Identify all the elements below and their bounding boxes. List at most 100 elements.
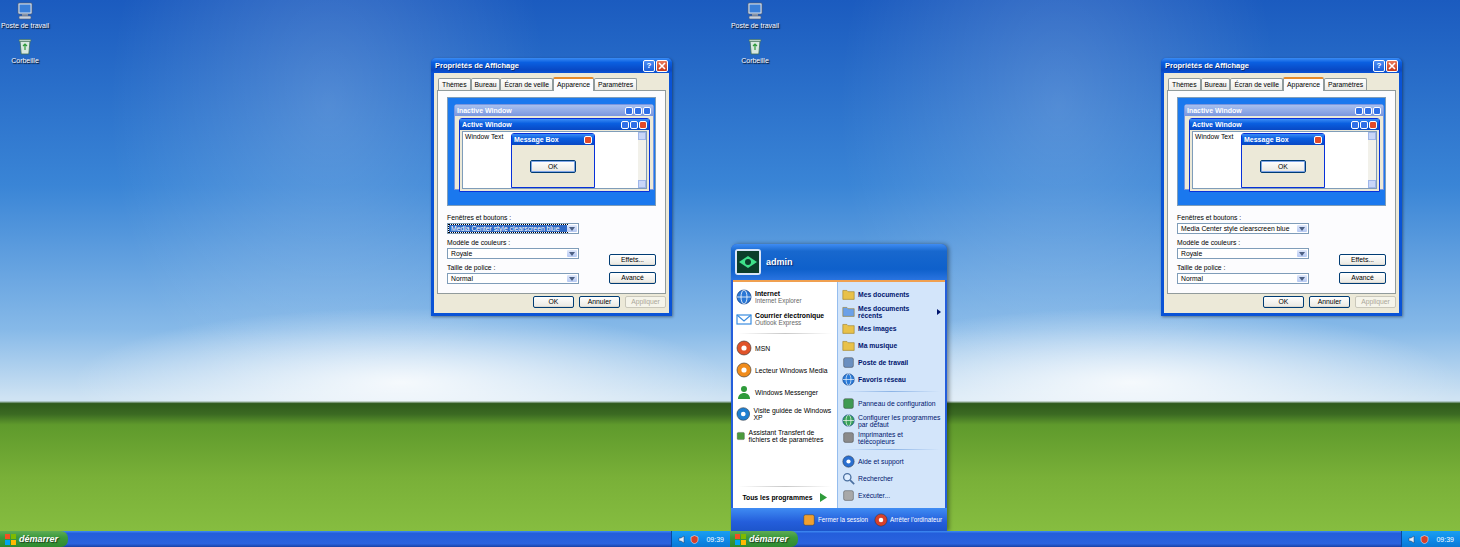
- computer-icon: [16, 2, 34, 20]
- place-item[interactable]: Rechercher: [838, 470, 945, 487]
- help-icon: [842, 455, 855, 468]
- tab[interactable]: Thèmes: [438, 78, 471, 90]
- recent-program[interactable]: MSN: [733, 337, 837, 359]
- session-button[interactable]: Arrêter l'ordinateur: [874, 513, 942, 527]
- mail-icon: [736, 311, 752, 327]
- pinned-program[interactable]: InternetInternet Explorer: [733, 286, 837, 308]
- dropdown[interactable]: Media Center style clearscreen blue: [447, 223, 579, 234]
- recent-program[interactable]: Windows Messenger: [733, 381, 837, 403]
- session-button[interactable]: Fermer la session: [802, 513, 868, 527]
- place-item[interactable]: Configurer les programmes par défaut: [838, 412, 945, 429]
- dropdown[interactable]: Royale: [1177, 248, 1309, 259]
- option-button[interactable]: Avancé: [1339, 272, 1386, 284]
- scrollbar: [1368, 132, 1376, 188]
- place-item[interactable]: Ma musique: [838, 337, 945, 354]
- place-item[interactable]: Aide et support: [838, 453, 945, 470]
- option-button[interactable]: Effets...: [609, 254, 656, 266]
- security-shield-icon[interactable]: [1420, 535, 1429, 544]
- desktop: Poste de travail Corbeille Propriétés de A…: [0, 0, 730, 531]
- setting-field: Taille de police :Normal: [1177, 264, 1309, 284]
- desktop: Poste de travail Corbeille Propriétés de A…: [730, 0, 1460, 531]
- place-item[interactable]: Panneau de configuration: [838, 395, 945, 412]
- computer-icon: [746, 2, 764, 20]
- place-item[interactable]: Poste de travail: [838, 354, 945, 371]
- dropdown[interactable]: Normal: [1177, 273, 1309, 284]
- tab[interactable]: Bureau: [1201, 78, 1231, 90]
- place-item[interactable]: Mes images: [838, 320, 945, 337]
- close-button[interactable]: [656, 60, 668, 72]
- tab[interactable]: Paramètres: [1324, 78, 1367, 90]
- dual-screen: Poste de travail Corbeille Propriétés de A…: [0, 0, 1460, 547]
- security-shield-icon[interactable]: [690, 535, 699, 544]
- dialog-button[interactable]: OK: [533, 296, 574, 308]
- close-icon: [1388, 62, 1396, 70]
- place-item[interactable]: Imprimantes et télécopieurs: [838, 429, 945, 446]
- dialog-button[interactable]: Annuler: [1309, 296, 1350, 308]
- scrollbar: [638, 132, 646, 188]
- speaker-icon[interactable]: [1408, 535, 1417, 544]
- recent-program[interactable]: Assistant Transfert de fichiers et de pa…: [733, 425, 837, 447]
- message-box-preview: Message BoxOK: [1241, 133, 1325, 188]
- computer-icon: [842, 356, 855, 369]
- pinned-program[interactable]: Courrier électroniqueOutlook Express: [733, 308, 837, 330]
- defaults-icon: [842, 414, 855, 427]
- help-button[interactable]: ?: [1373, 60, 1385, 72]
- desktop-icon[interactable]: Corbeille: [0, 37, 50, 64]
- start-button[interactable]: démarrer: [730, 531, 798, 547]
- title-bar[interactable]: Propriétés de Affichage?: [1161, 58, 1402, 73]
- dialog-button[interactable]: Appliquer: [625, 296, 666, 308]
- run-icon: [842, 489, 855, 502]
- option-button[interactable]: Effets...: [1339, 254, 1386, 266]
- clock: 09:39: [706, 536, 724, 543]
- dropdown[interactable]: Media Center style clearscreen blue: [1177, 223, 1309, 234]
- desktop-icons: Poste de travail Corbeille: [0, 2, 50, 64]
- place-item[interactable]: Favoris réseau: [838, 371, 945, 388]
- messenger-icon: [736, 384, 752, 400]
- dropdown-arrow-icon: [1299, 227, 1305, 231]
- tab[interactable]: Paramètres: [594, 78, 637, 90]
- ok-button-preview: OK: [1260, 160, 1306, 173]
- tab[interactable]: Écran de veille: [1230, 78, 1283, 90]
- recent-program[interactable]: Visite guidée de Windows XP: [733, 403, 837, 425]
- start-button[interactable]: démarrer: [0, 531, 68, 547]
- screen: Poste de travail Corbeille Propriétés de A…: [730, 0, 1460, 547]
- tab[interactable]: Apparence: [1283, 77, 1324, 91]
- appearance-preview: Inactive WindowActive WindowWindow TextM…: [1177, 97, 1386, 206]
- setting-field: Taille de police :Normal: [447, 264, 579, 284]
- place-item[interactable]: Mes documents récents: [838, 303, 945, 320]
- tab[interactable]: Thèmes: [1168, 78, 1201, 90]
- taskbar: démarrer 09:39: [0, 531, 730, 547]
- tab[interactable]: Bureau: [471, 78, 501, 90]
- dialog-button[interactable]: OK: [1263, 296, 1304, 308]
- ok-button-preview: OK: [530, 160, 576, 173]
- all-programs-button[interactable]: Tous les programmes: [733, 490, 837, 505]
- title-bar[interactable]: Propriétés de Affichage?: [431, 58, 672, 73]
- desktop-icon[interactable]: Poste de travail: [730, 2, 780, 29]
- submenu-arrow-icon: [937, 309, 941, 315]
- speaker-icon[interactable]: [678, 535, 687, 544]
- dropdown[interactable]: Normal: [447, 273, 579, 284]
- network-icon: [842, 373, 855, 386]
- dialog-button[interactable]: Annuler: [579, 296, 620, 308]
- option-button[interactable]: Avancé: [609, 272, 656, 284]
- tab[interactable]: Écran de veille: [500, 78, 553, 90]
- dialog-button[interactable]: Appliquer: [1355, 296, 1396, 308]
- dropdown-arrow-icon: [569, 227, 575, 231]
- arrow-right-icon: [819, 493, 828, 502]
- screen: Poste de travail Corbeille Propriétés de A…: [0, 0, 730, 547]
- desktop-icon[interactable]: Corbeille: [730, 37, 780, 64]
- recycle-bin-icon: [16, 37, 34, 55]
- place-item[interactable]: Mes documents: [838, 286, 945, 303]
- recent-program[interactable]: Lecteur Windows Media: [733, 359, 837, 381]
- tour-icon: [736, 406, 751, 422]
- dropdown[interactable]: Royale: [447, 248, 579, 259]
- place-item[interactable]: Exécuter...: [838, 487, 945, 504]
- appearance-preview: Inactive WindowActive WindowWindow TextM…: [447, 97, 656, 206]
- help-button[interactable]: ?: [643, 60, 655, 72]
- desktop-icon[interactable]: Poste de travail: [0, 2, 50, 29]
- tab[interactable]: Apparence: [553, 77, 594, 91]
- tab-bar: ThèmesBureauÉcran de veilleApparencePara…: [1167, 77, 1396, 90]
- recent-icon: [842, 305, 855, 318]
- desktop-icons: Poste de travail Corbeille: [730, 2, 780, 64]
- close-button[interactable]: [1386, 60, 1398, 72]
